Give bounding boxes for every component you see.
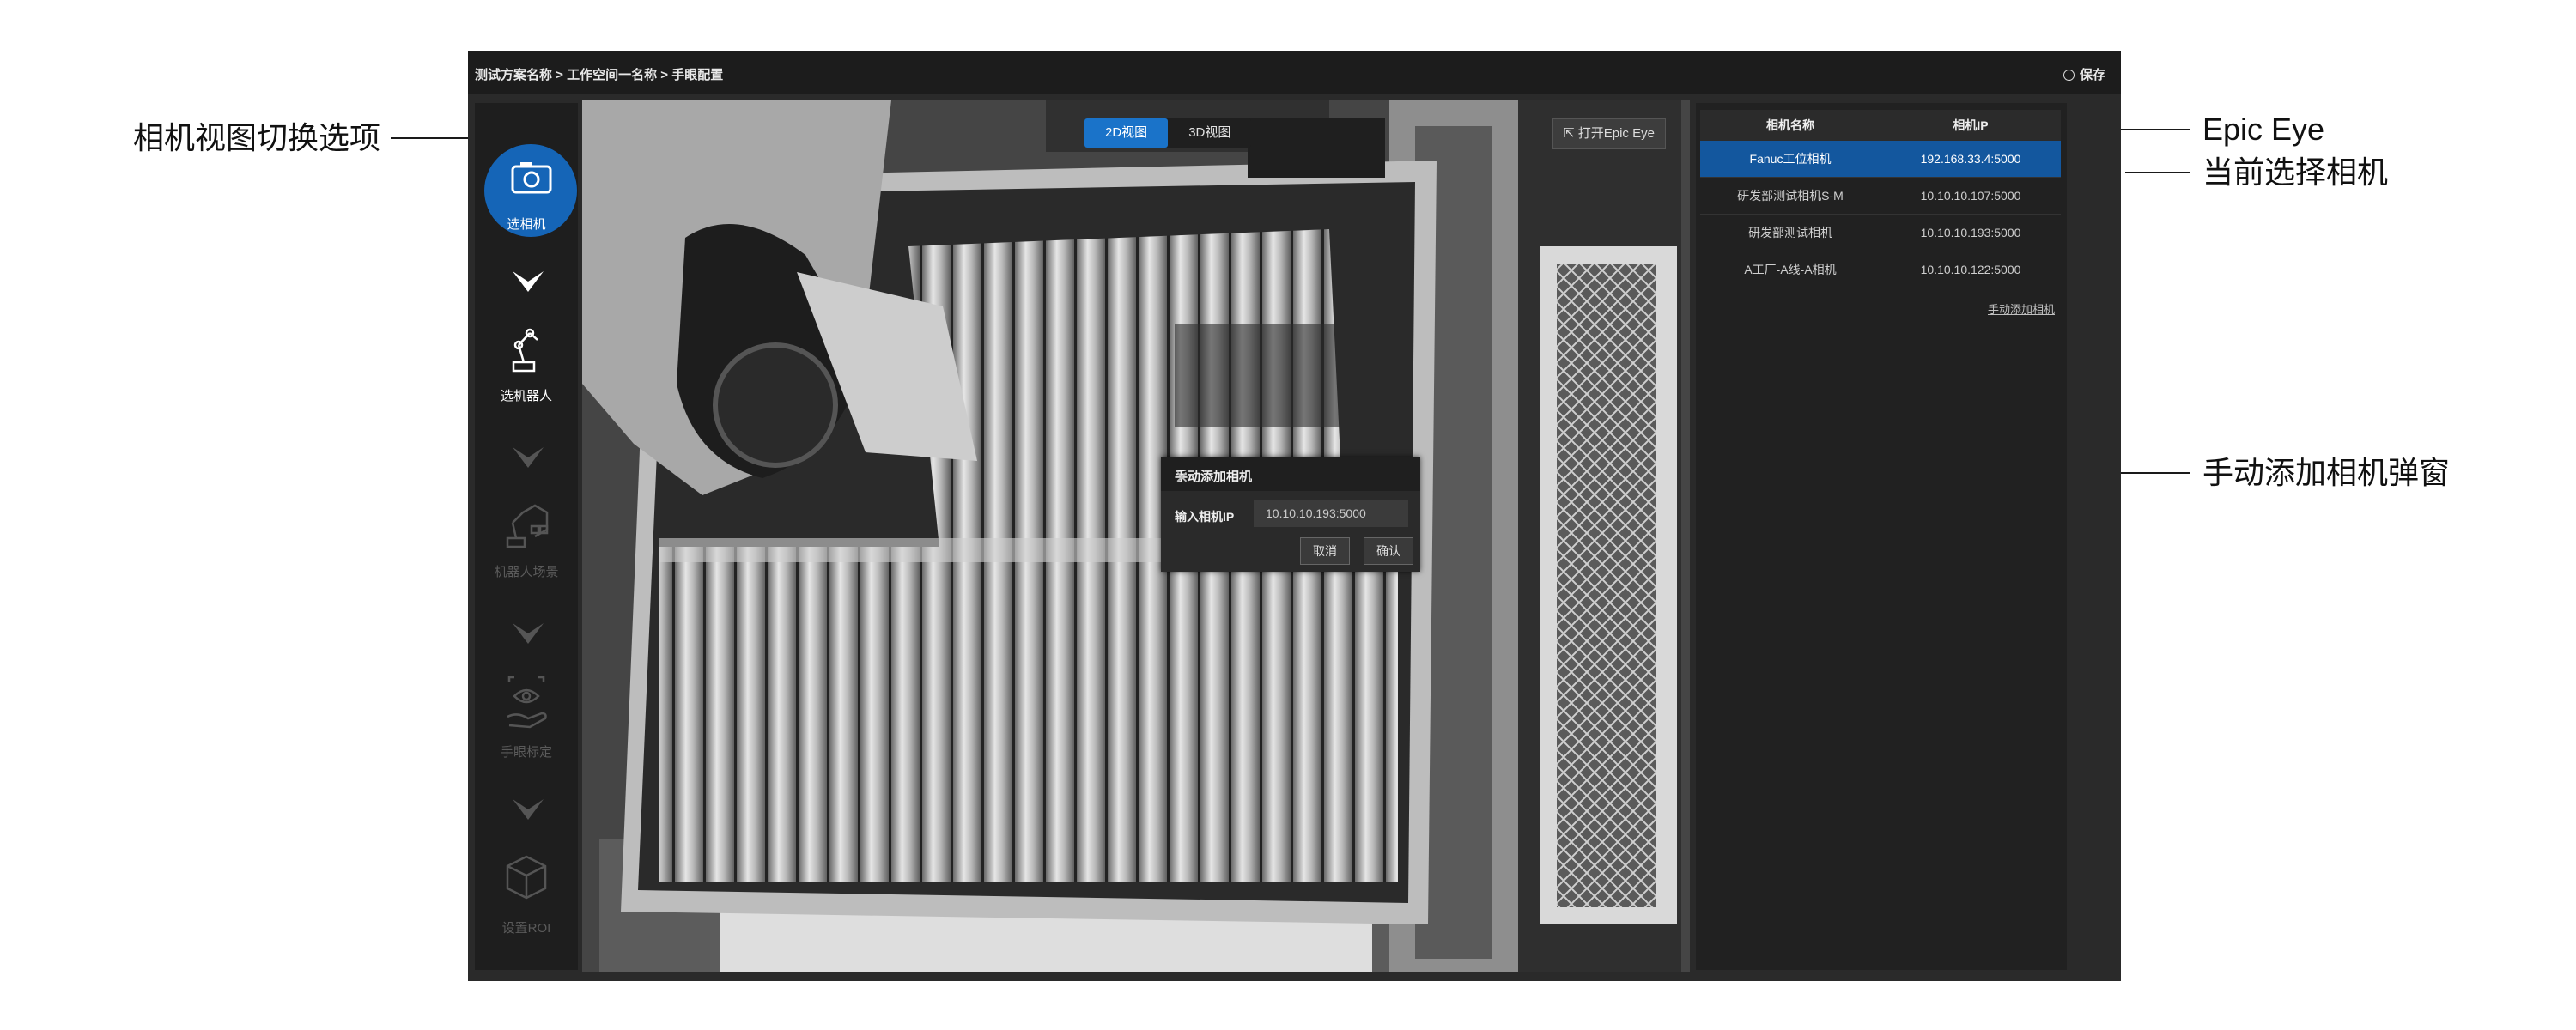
annotation-current-camera: 当前选择相机 (2202, 154, 2389, 190)
chevron-down-icon (513, 799, 544, 820)
app-window: 测试方案名称 > 工作空间一名称 > 手眼配置 保存 选相机 选机器人 机器人场… (468, 52, 2121, 981)
table-row-selected[interactable]: Fanuc工位相机 192.168.33.4:5000 (1700, 141, 2061, 178)
camera-ip-cell: 10.10.10.193:5000 (1920, 226, 2021, 239)
camera-name-cell: 研发部测试相机 (1748, 226, 1832, 239)
top-bar: 测试方案名称 > 工作空间一名称 > 手眼配置 保存 (468, 52, 2121, 94)
table-row[interactable]: A工厂-A线-A相机 10.10.10.122:5000 (1700, 251, 2061, 288)
camera-ip-cell: 10.10.10.107:5000 (1920, 189, 2021, 203)
step-label-hand-eye-calibration: 手眼标定 (500, 745, 552, 760)
open-epic-eye-label: 打开Epic Eye (1577, 126, 1655, 141)
step-robot-scene[interactable]: 机器人场景 (475, 494, 578, 597)
step-hand-eye-calibration[interactable]: 手眼标定 (475, 674, 578, 777)
camera-ip-cell: 192.168.33.4:5000 (1920, 152, 2021, 166)
camera-ip-cell: 10.10.10.122:5000 (1920, 263, 2021, 276)
step-select-robot[interactable]: 选机器人 (475, 318, 578, 421)
open-epic-eye-button[interactable]: ⇱ 打开Epic Eye (1552, 118, 1666, 149)
leader-line-current-camera (2125, 172, 2190, 173)
robot-arm-icon (512, 328, 538, 373)
manual-add-camera-link[interactable]: 手动添加相机 (1988, 300, 2055, 317)
camera-name-cell: A工厂-A线-A相机 (1744, 263, 1837, 276)
annotation-manual-dialog: 手动添加相机弹窗 (2202, 455, 2451, 490)
cancel-button[interactable]: 取消 (1300, 537, 1350, 565)
check-circle-icon (2063, 70, 2075, 81)
close-icon[interactable]: ✕ (1175, 467, 1410, 488)
save-label: 保存 (2079, 68, 2105, 82)
camera-list-panel: 相机名称 相机IP Fanuc工位相机 192.168.33.4:5000 研发… (1696, 103, 2067, 970)
camera-image (582, 100, 1690, 972)
camera-table: 相机名称 相机IP Fanuc工位相机 192.168.33.4:5000 研发… (1700, 110, 2061, 288)
step-sidebar: 选相机 选机器人 机器人场景 手眼标定 设置ROI (475, 103, 578, 970)
tab-3d-view[interactable]: 3D视图 (1168, 118, 1251, 148)
camera-name-cell: 研发部测试相机S-M (1737, 189, 1844, 203)
table-row[interactable]: 研发部测试相机 10.10.10.193:5000 (1700, 215, 2061, 251)
camera-image-viewport[interactable]: 2D视图 3D视图 ⇱ 打开Epic Eye (582, 100, 1690, 972)
camera-table-header: 相机名称 相机IP (1700, 110, 2061, 141)
table-row[interactable]: 研发部测试相机S-M 10.10.10.107:5000 (1700, 178, 2061, 215)
view-toggle: 2D视图 3D视图 (1084, 118, 1252, 148)
camera-name-cell: Fanuc工位相机 (1749, 152, 1832, 166)
ip-input-label: 输入相机IP (1175, 510, 1235, 524)
chevron-down-icon (513, 271, 544, 292)
annotation-epic-eye: Epic Eye (2202, 112, 2325, 147)
dialog-header: 手动添加相机 ✕ (1161, 457, 1420, 491)
external-link-icon: ⇱ (1564, 126, 1578, 141)
confirm-button[interactable]: 确认 (1364, 537, 1413, 565)
hand-eye-icon (507, 676, 547, 729)
step-select-camera[interactable]: 选相机 (475, 103, 578, 258)
step-label-select-robot: 选机器人 (500, 389, 552, 403)
cube-icon (506, 855, 547, 900)
annotation-view-toggle: 相机视图切换选项 (133, 120, 381, 155)
step-label-robot-scene: 机器人场景 (494, 565, 559, 579)
manual-add-camera-dialog: 手动添加相机 ✕ 输入相机IP 取消 确认 (1161, 457, 1420, 572)
column-header-camera-name: 相机名称 (1766, 118, 1814, 132)
column-header-camera-ip: 相机IP (1953, 118, 1989, 132)
step-label-set-roi: 设置ROI (501, 921, 551, 936)
robot-scene-icon (506, 504, 549, 548)
step-label-select-camera: 选相机 (507, 217, 546, 232)
chevron-down-icon (513, 623, 544, 644)
chevron-down-icon (513, 447, 544, 468)
save-button[interactable]: 保存 (2063, 65, 2105, 83)
camera-ip-input[interactable] (1254, 500, 1408, 527)
step-set-roi[interactable]: 设置ROI (475, 850, 578, 953)
breadcrumb[interactable]: 测试方案名称 > 工作空间一名称 > 手眼配置 (475, 65, 723, 83)
tab-2d-view[interactable]: 2D视图 (1084, 118, 1169, 148)
